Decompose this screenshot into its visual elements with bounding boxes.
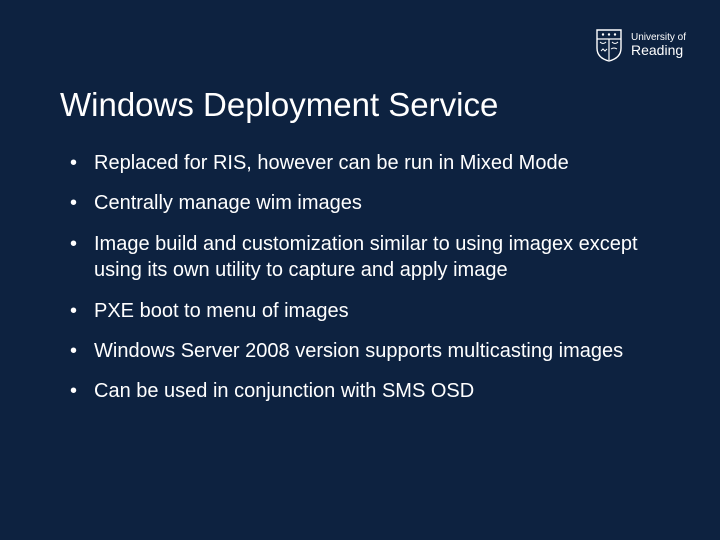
list-item: Replaced for RIS, however can be run in … — [62, 150, 660, 176]
slide: University of Reading Windows Deployment… — [0, 0, 720, 540]
university-logo: University of Reading — [595, 28, 686, 62]
list-item: Windows Server 2008 version supports mul… — [62, 338, 660, 364]
slide-title: Windows Deployment Service — [60, 86, 498, 124]
bullet-list: Replaced for RIS, however can be run in … — [62, 150, 660, 419]
shield-icon — [595, 28, 623, 62]
list-item: Can be used in conjunction with SMS OSD — [62, 378, 660, 404]
logo-line2: Reading — [631, 43, 686, 58]
list-item: PXE boot to menu of images — [62, 298, 660, 324]
list-item: Centrally manage wim images — [62, 190, 660, 216]
list-item: Image build and customization similar to… — [62, 231, 660, 284]
logo-text: University of Reading — [631, 32, 686, 58]
